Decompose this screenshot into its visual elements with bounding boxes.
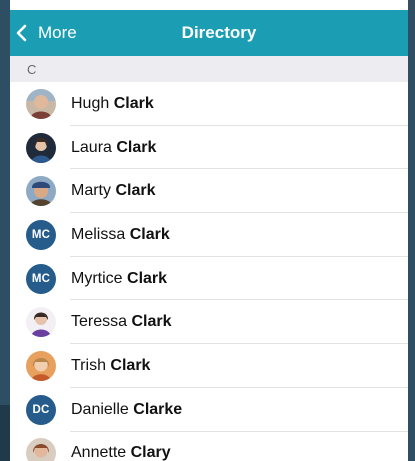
contact-name: Laura Clark [71,138,157,156]
background-edge [408,0,415,10]
contact-name: Danielle Clarke [71,400,183,418]
contact-row[interactable]: Trish Clark [10,344,408,388]
page-title: Directory [181,23,257,42]
contact-name: Marty Clark [71,182,156,200]
avatar-initials: MC [26,219,56,250]
avatar [26,350,56,381]
contact-row[interactable]: DC Danielle Clarke [10,388,408,432]
section-letter: C [27,61,37,77]
navigation-bar: More Directory [10,10,408,56]
avatar-initials: DC [26,394,56,425]
avatar [26,88,56,119]
directory-screen: More Directory C Hugh Clark Laura Clark … [10,0,408,461]
contact-name: Hugh Clark [71,94,154,112]
contact-name: Annette Clary [71,444,171,461]
avatar [26,307,56,338]
contact-name: Teressa Clark [71,313,172,331]
contact-row[interactable]: Laura Clark [10,126,408,170]
avatar [26,132,56,163]
contact-row[interactable]: MC Melissa Clark [10,213,408,257]
contact-name: Trish Clark [71,356,151,374]
avatar-initials: MC [26,263,56,294]
contact-name: Melissa Clark [71,225,170,243]
background-edge [0,405,10,461]
contact-name: Myrtice Clark [71,269,168,287]
contact-row[interactable]: Annette Clary [10,432,408,461]
contact-row[interactable]: Teressa Clark [10,300,408,344]
avatar [26,438,56,461]
avatar [26,176,56,207]
section-header: C [10,56,408,82]
contact-row[interactable]: MC Myrtice Clark [10,257,408,301]
contact-list: Hugh Clark Laura Clark Marty Clark MC Me… [10,82,408,461]
contact-row[interactable]: Hugh Clark [10,82,408,126]
contact-row[interactable]: Marty Clark [10,169,408,213]
